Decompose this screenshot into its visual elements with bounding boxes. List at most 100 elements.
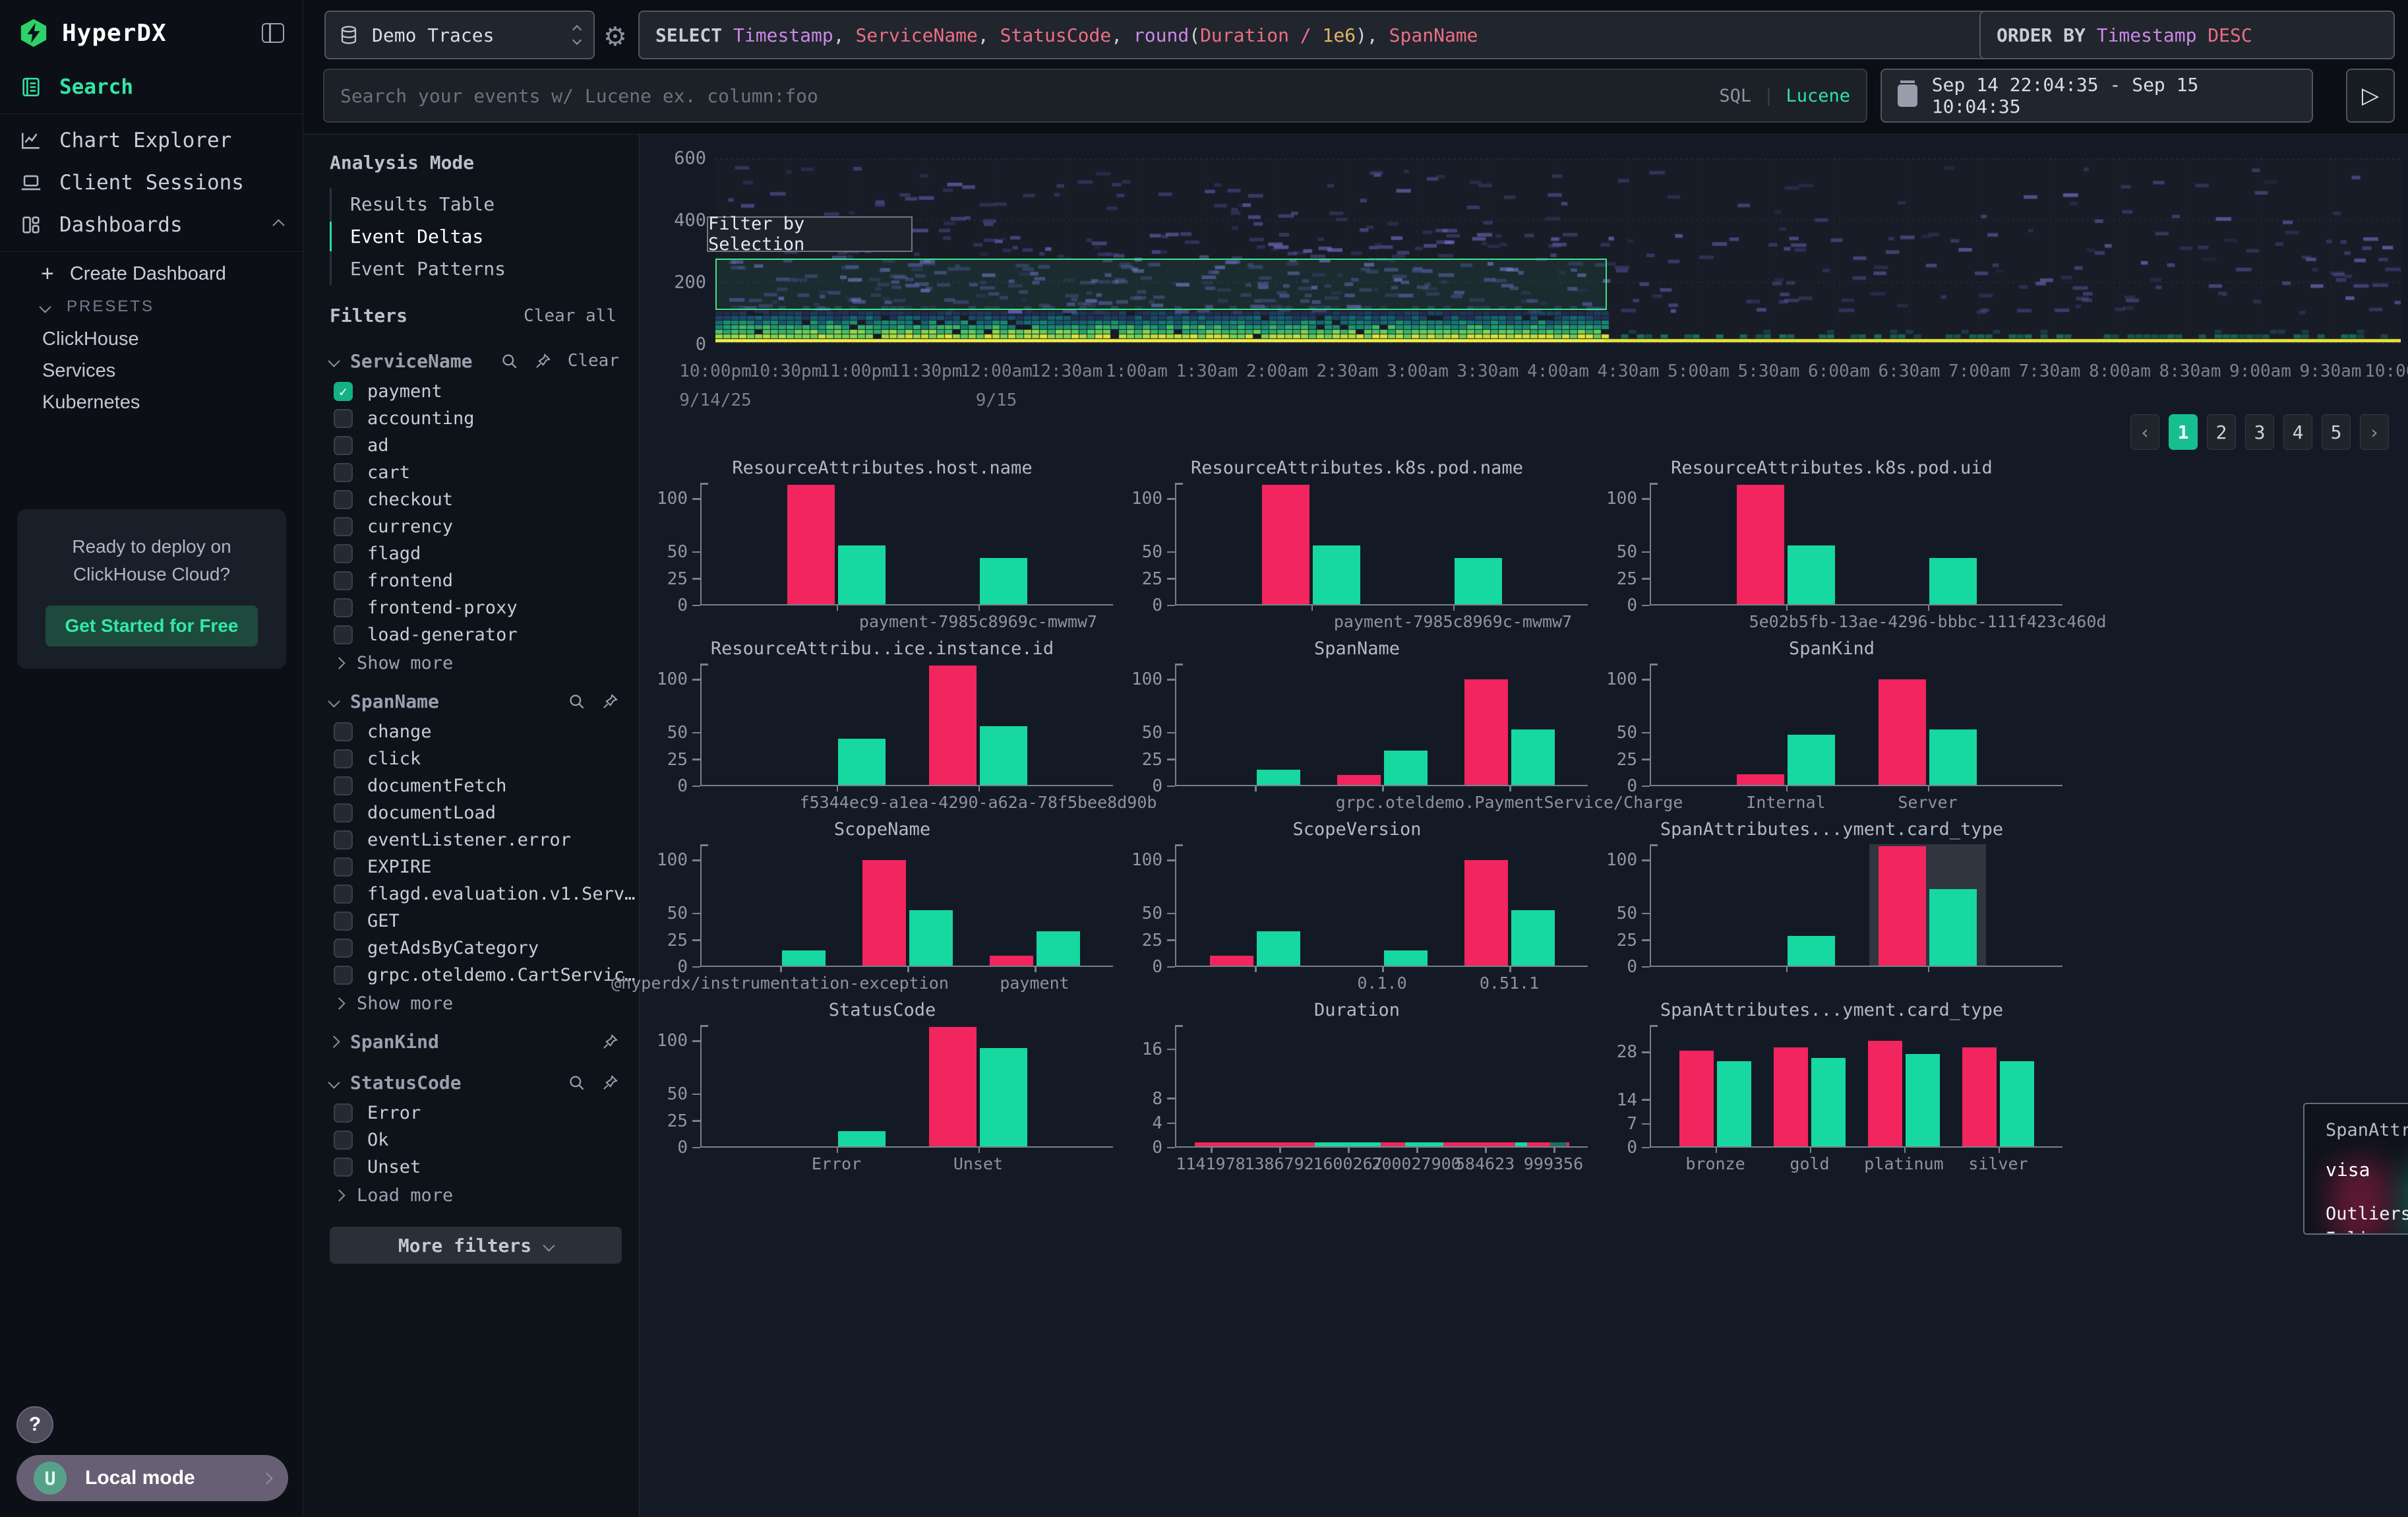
filter-group-header[interactable]: SpanKind xyxy=(330,1024,626,1059)
pink-bar[interactable] xyxy=(929,1027,977,1146)
lang-lucene[interactable]: Lucene xyxy=(1786,86,1850,106)
green-bar[interactable] xyxy=(909,910,953,966)
filter-item-get[interactable]: GET xyxy=(330,908,626,935)
chart-plot[interactable]: @hyperdx/instrumentation-exceptionpaymen… xyxy=(700,844,1113,967)
filter-group-header[interactable]: ServiceNameClear xyxy=(330,344,626,378)
filter-item-documentload[interactable]: documentLoad xyxy=(330,799,626,826)
help-button[interactable]: ? xyxy=(16,1406,53,1443)
chart-plot[interactable]: f5344ec9-a1ea-4290-a62a-78f5bee8d90b xyxy=(700,664,1113,786)
filter-item-unset[interactable]: Unset xyxy=(330,1154,626,1181)
analysis-mode-option[interactable]: Event Deltas xyxy=(332,220,626,253)
checkbox[interactable] xyxy=(334,966,353,985)
filter-item-grpc-oteldemo-cartservic-[interactable]: grpc.oteldemo.CartServic… xyxy=(330,962,626,989)
green-bar[interactable] xyxy=(1788,735,1835,785)
show-more-button[interactable]: Show more xyxy=(330,989,626,1018)
checkbox[interactable] xyxy=(334,544,353,563)
pink-bar[interactable] xyxy=(1737,485,1784,604)
filter-item-flagd[interactable]: flagd xyxy=(330,540,626,567)
chevron-down-icon[interactable] xyxy=(328,355,340,367)
green-bar[interactable] xyxy=(838,545,886,604)
green-bar[interactable] xyxy=(838,739,886,785)
green-bar[interactable] xyxy=(2000,1061,2034,1146)
green-bar[interactable] xyxy=(782,950,826,966)
filter-group-header[interactable]: StatusCode xyxy=(330,1065,626,1099)
search-icon[interactable] xyxy=(500,352,518,370)
pink-bar[interactable] xyxy=(1737,774,1784,785)
page-button-1[interactable]: 1 xyxy=(2169,414,2198,450)
chart-plot[interactable]: payment-7985c8969c-mwmw7 xyxy=(700,483,1113,605)
filter-item-change[interactable]: change xyxy=(330,718,626,745)
chart-plot[interactable] xyxy=(1650,844,2062,967)
checkbox[interactable] xyxy=(334,409,353,428)
filter-item-ad[interactable]: ad xyxy=(330,432,626,459)
source-select[interactable]: Demo Traces xyxy=(324,11,595,59)
filter-item-checkout[interactable]: checkout xyxy=(330,486,626,513)
heatmap-canvas[interactable] xyxy=(715,158,2401,344)
filter-item-flagd-evaluation-v1-serv-[interactable]: flagd.evaluation.v1.Serv… xyxy=(330,881,626,908)
green-bar[interactable] xyxy=(1717,1061,1751,1146)
checkbox[interactable] xyxy=(334,776,353,795)
checkbox[interactable] xyxy=(334,830,353,850)
page-button-5[interactable]: 5 xyxy=(2322,414,2351,450)
filter-item-currency[interactable]: currency xyxy=(330,513,626,540)
pink-bar[interactable] xyxy=(1962,1047,1997,1146)
filter-item-documentfetch[interactable]: documentFetch xyxy=(330,772,626,799)
lang-sql[interactable]: SQL xyxy=(1719,86,1751,106)
pink-bar[interactable] xyxy=(1868,1041,1902,1146)
checkbox[interactable] xyxy=(334,571,353,590)
checkbox[interactable] xyxy=(334,1130,353,1150)
filter-item-eventlistener-error[interactable]: eventListener.error xyxy=(330,826,626,853)
chart-plot[interactable]: bronzegoldplatinumsilver xyxy=(1650,1025,2062,1148)
green-bar[interactable] xyxy=(1788,545,1835,604)
filter-item-accounting[interactable]: accounting xyxy=(330,405,626,432)
chart-plot[interactable]: InternalServer xyxy=(1650,664,2062,786)
green-bar[interactable] xyxy=(980,726,1027,785)
filter-item-error[interactable]: Error xyxy=(330,1099,626,1127)
chevron-down-icon[interactable] xyxy=(328,1076,340,1088)
filter-item-load-generator[interactable]: load-generator xyxy=(330,621,626,648)
chart-plot[interactable]: 1141978138679216002672000279005846239993… xyxy=(1175,1025,1588,1148)
green-bar[interactable] xyxy=(1511,729,1555,785)
filter-item-cart[interactable]: cart xyxy=(330,459,626,486)
filter-item-frontend-proxy[interactable]: frontend-proxy xyxy=(330,594,626,621)
filter-item-click[interactable]: click xyxy=(330,745,626,772)
filter-item-frontend[interactable]: frontend xyxy=(330,567,626,594)
sidebar-item-chart-explorer[interactable]: Chart Explorer xyxy=(0,119,303,162)
pink-bar[interactable] xyxy=(990,956,1033,966)
filter-item-expire[interactable]: EXPIRE xyxy=(330,853,626,881)
checkbox[interactable] xyxy=(334,939,353,958)
chart-plot[interactable]: 5e02b5fb-13ae-4296-bbbc-111f423c460d xyxy=(1650,483,2062,605)
checkbox[interactable] xyxy=(334,1158,353,1177)
checkbox[interactable] xyxy=(334,749,353,768)
sidebar-item-search[interactable]: Search xyxy=(0,66,303,108)
pink-bar[interactable] xyxy=(1879,679,1926,785)
checkbox[interactable] xyxy=(334,598,353,617)
gear-icon[interactable]: ⚙ xyxy=(603,22,627,52)
green-bar[interactable] xyxy=(1313,545,1360,604)
heatmap-selection-box[interactable] xyxy=(715,259,1607,310)
checkbox[interactable] xyxy=(334,722,353,741)
checkbox[interactable] xyxy=(334,490,353,509)
pink-bar[interactable] xyxy=(1464,679,1508,785)
order-by-editor[interactable]: ORDER BY Timestamp DESC xyxy=(1979,11,2395,59)
preset-clickhouse[interactable]: ClickHouse xyxy=(0,323,303,355)
checkbox[interactable] xyxy=(334,857,353,877)
green-bar[interactable] xyxy=(1257,931,1300,966)
preset-services[interactable]: Services xyxy=(0,355,303,387)
pink-bar[interactable] xyxy=(929,666,977,785)
pin-icon[interactable] xyxy=(534,352,552,370)
green-bar[interactable] xyxy=(1929,729,1977,785)
checkbox[interactable] xyxy=(334,625,353,644)
search-icon[interactable] xyxy=(568,1074,586,1092)
green-bar[interactable] xyxy=(980,1048,1027,1146)
pink-bar[interactable] xyxy=(862,860,906,966)
analysis-mode-option[interactable]: Event Patterns xyxy=(332,253,626,285)
preset-kubernetes[interactable]: Kubernetes xyxy=(0,387,303,418)
filter-item-ok[interactable]: Ok xyxy=(330,1127,626,1154)
create-dashboard-button[interactable]: + Create Dashboard xyxy=(0,257,303,290)
green-bar[interactable] xyxy=(1511,910,1555,966)
sidebar-collapse-icon[interactable] xyxy=(262,23,284,43)
event-search-field[interactable]: SQL | Lucene xyxy=(323,69,1867,123)
query-language-toggle[interactable]: SQL | Lucene xyxy=(1719,86,1850,106)
pink-bar[interactable] xyxy=(1210,956,1253,966)
